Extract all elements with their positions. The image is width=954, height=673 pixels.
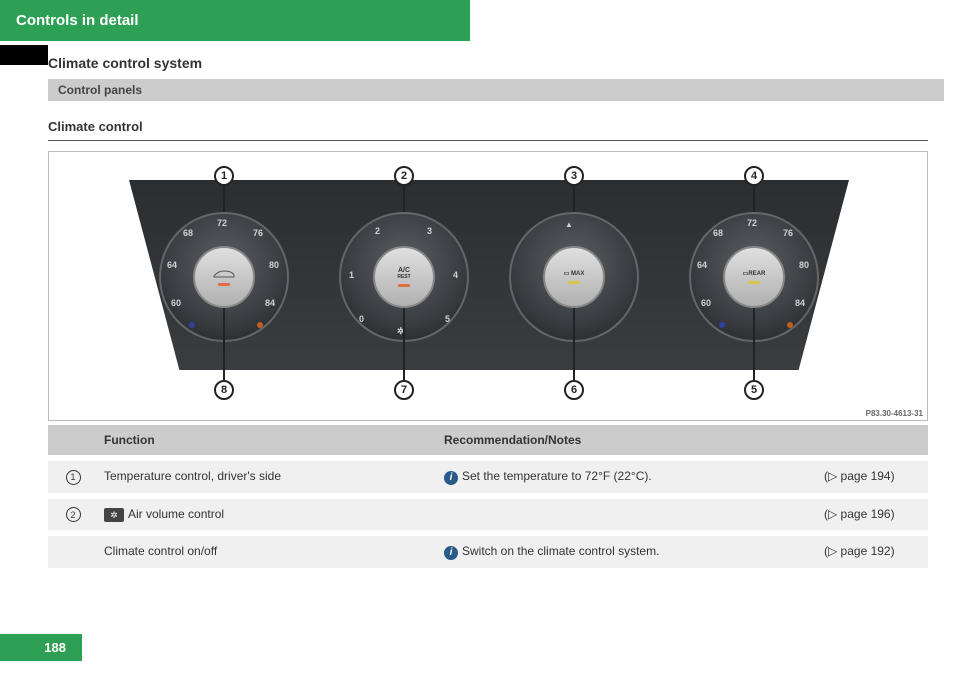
table-row: Climate control on/off iSwitch on the cl… — [48, 530, 928, 568]
callout-line — [223, 308, 225, 380]
table-row: 2 ✲Air volume control (▷ page 196) — [48, 493, 928, 531]
figure-climate-panel: 72 68 76 64 80 60 84 0 1 2 3 4 5 ✲ A/C R… — [48, 151, 928, 421]
cell-function: ✲Air volume control — [98, 499, 438, 531]
th-function: Function — [98, 425, 438, 455]
car-icon — [212, 269, 236, 279]
cell-page-ref: (▷ page 194) — [818, 461, 928, 493]
knob-driver — [193, 246, 255, 308]
max-label: MAX — [571, 271, 584, 277]
callout-line — [403, 186, 405, 212]
knob-fan: A/C REST — [373, 246, 435, 308]
row-number-icon: 2 — [66, 507, 81, 522]
callout-7: 7 — [394, 380, 414, 400]
info-icon: i — [444, 546, 458, 560]
page-number: 188 — [0, 634, 82, 661]
knob-air-dist: ▭ MAX — [543, 246, 605, 308]
callout-line — [573, 186, 575, 212]
table-header-row: Function Recommendation/Notes — [48, 425, 928, 455]
row-number-icon: 1 — [66, 470, 81, 485]
side-tab — [0, 45, 48, 65]
rear-label: REAR — [748, 271, 765, 277]
cell-function: Climate control on/off — [98, 536, 438, 568]
callout-line — [223, 186, 225, 212]
callout-2: 2 — [394, 166, 414, 186]
dot-hot-icon — [787, 322, 793, 328]
function-table: Function Recommendation/Notes 1 Temperat… — [48, 425, 928, 568]
info-icon: i — [444, 471, 458, 485]
cell-function: Temperature control, driver's side — [98, 461, 438, 493]
callout-3: 3 — [564, 166, 584, 186]
callout-4: 4 — [744, 166, 764, 186]
dot-hot-icon — [257, 322, 263, 328]
defrost-icon: ▭ — [564, 271, 570, 277]
cell-note: iSwitch on the climate control system. — [438, 536, 818, 568]
cell-note — [438, 499, 818, 531]
indicator-line — [398, 284, 410, 287]
cell-page-ref: (▷ page 192) — [818, 536, 928, 568]
callout-line — [573, 308, 575, 380]
cell-note: iSet the temperature to 72°F (22°C). — [438, 461, 818, 493]
dot-cold-icon — [189, 322, 195, 328]
chapter-title: Controls in detail — [16, 12, 139, 29]
knob-passenger: ▭REAR — [723, 246, 785, 308]
table-row: 1 Temperature control, driver's side iSe… — [48, 455, 928, 493]
callout-6: 6 — [564, 380, 584, 400]
chapter-header: Controls in detail — [0, 0, 470, 41]
defrost-up-icon: ▲ — [565, 220, 573, 229]
indicator-line — [748, 281, 760, 284]
ac-label: A/C — [398, 267, 410, 274]
subheading: Climate control — [48, 119, 928, 141]
cell-page-ref: (▷ page 196) — [818, 499, 928, 531]
indicator-line — [218, 283, 230, 286]
callout-line — [753, 308, 755, 380]
callout-line — [403, 308, 405, 380]
callout-8: 8 — [214, 380, 234, 400]
figure-reference: P83.30-4613-31 — [866, 409, 923, 418]
callout-1: 1 — [214, 166, 234, 186]
rest-label: REST — [397, 274, 410, 280]
fan-badge-icon: ✲ — [104, 508, 124, 522]
section-title: Climate control system — [48, 55, 954, 71]
dot-cold-icon — [719, 322, 725, 328]
th-notes: Recommendation/Notes — [438, 425, 818, 455]
callout-5: 5 — [744, 380, 764, 400]
indicator-line — [568, 281, 580, 284]
subsection-bar: Control panels — [48, 79, 944, 101]
callout-line — [753, 186, 755, 212]
